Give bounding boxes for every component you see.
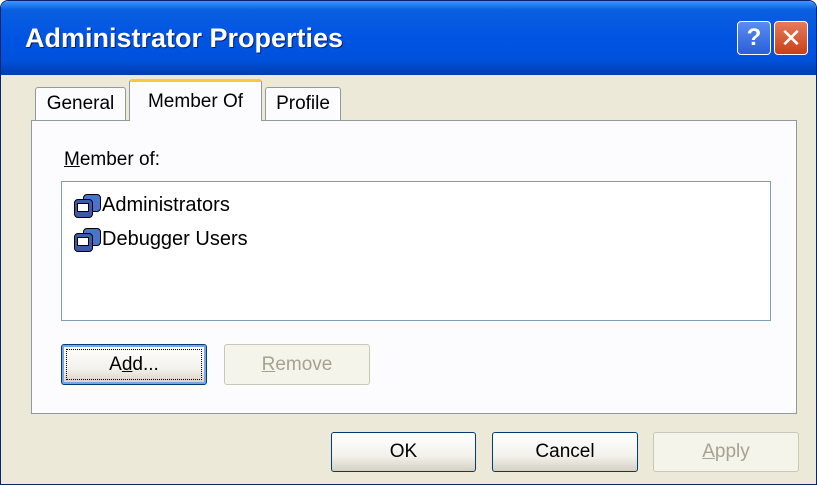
list-item[interactable]: Administrators xyxy=(74,190,230,220)
member-of-panel: Member of: Administrators Debugger Users… xyxy=(31,120,797,414)
help-icon: ? xyxy=(746,24,762,51)
apply-label-post: pply xyxy=(714,441,750,462)
group-name: Debugger Users xyxy=(102,227,248,250)
properties-dialog: Administrator Properties ? ✕ General Mem… xyxy=(0,0,817,485)
group-name: Administrators xyxy=(102,193,230,216)
title-bar[interactable]: Administrator Properties ? ✕ xyxy=(1,1,816,75)
tab-label: Profile xyxy=(276,93,330,114)
cancel-label: Cancel xyxy=(535,441,595,462)
cancel-button[interactable]: Cancel xyxy=(492,432,638,472)
ok-label: OK xyxy=(389,441,418,462)
add-button[interactable]: Ad d... xyxy=(61,344,207,385)
close-button[interactable]: ✕ xyxy=(774,21,808,55)
remove-label-mnemonic: R xyxy=(261,353,276,375)
remove-label-post: emove xyxy=(275,353,333,375)
tab-general[interactable]: General xyxy=(35,87,126,120)
remove-button[interactable]: Remove xyxy=(224,344,370,385)
tab-profile[interactable]: Profile xyxy=(265,87,341,120)
add-label-post: d... xyxy=(132,353,159,375)
tab-label: General xyxy=(46,93,115,114)
ok-button[interactable]: OK xyxy=(331,432,476,472)
add-label-pre: A xyxy=(109,353,122,375)
apply-label-mnemonic: A xyxy=(702,441,715,462)
list-item[interactable]: Debugger Users xyxy=(74,224,248,254)
window-title: Administrator Properties xyxy=(25,23,344,53)
label-text: ember of: xyxy=(79,149,161,170)
tab-label: Member Of xyxy=(147,90,244,112)
add-label-mnemonic: d xyxy=(121,353,133,375)
group-icon xyxy=(74,193,101,218)
group-icon xyxy=(74,227,101,252)
tab-member-of[interactable]: Member Of xyxy=(129,79,262,121)
apply-button[interactable]: Apply xyxy=(653,432,799,472)
close-icon: ✕ xyxy=(780,22,802,53)
label-mnemonic: M xyxy=(64,149,80,170)
member-of-label: Member of: xyxy=(64,149,160,171)
member-of-list[interactable]: Administrators Debugger Users xyxy=(61,181,771,321)
help-button[interactable]: ? xyxy=(737,21,771,55)
